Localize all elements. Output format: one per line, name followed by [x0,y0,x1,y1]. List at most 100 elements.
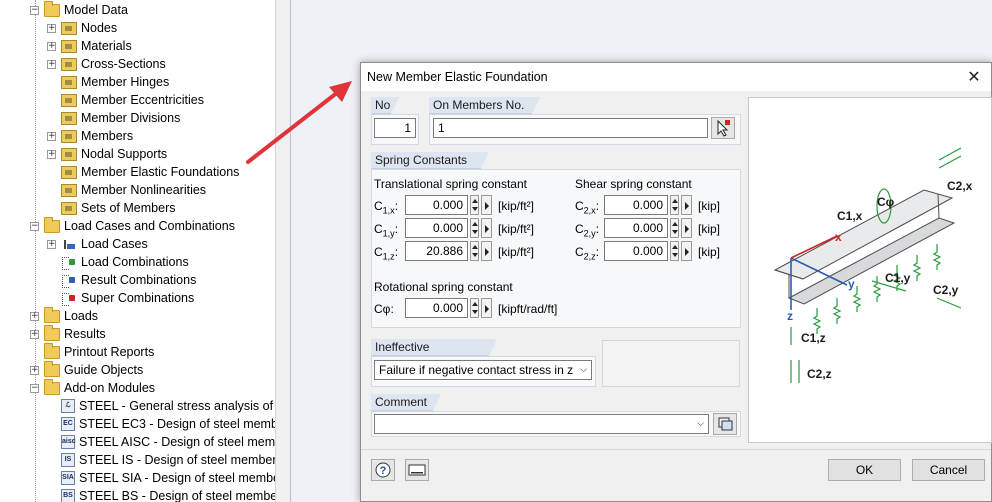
c2x-input[interactable]: 0.000 [604,195,668,215]
item-icon [61,165,77,179]
dialog-titlebar[interactable]: New Member Elastic Foundation ✕ [361,63,991,91]
expand-icon[interactable]: + [30,311,39,321]
tree-item-cross-sections[interactable]: + Cross-Sections [47,55,166,73]
foundation-preview-image: C2,x C1,x Cφ x y z C1,y C2,y C1,z C2,z [748,97,992,443]
tree-item-nodal-supports[interactable]: + Nodal Supports [47,145,167,163]
ineffective-foundation-group: Ineffective Foundation Failure if negati… [371,339,596,387]
item-icon [61,147,77,161]
tree-item-label: Load Cases and Combinations [64,219,235,233]
tree-item-steel-aisc-design-of-steel-membe[interactable]: aisc STEEL AISC - Design of steel membe [47,433,275,451]
tree-item-members[interactable]: + Members [47,127,133,145]
expand-icon[interactable]: + [47,59,56,69]
navigator-tree[interactable]: − Model Data + Nodes + Materials + Cross-Sectio… [0,0,275,502]
tree-item-member-hinges[interactable]: Member Hinges [47,73,169,91]
c1x-input[interactable]: 0.000 [405,195,468,215]
tree-item-materials[interactable]: + Materials [47,37,132,55]
tree-item-load-cases[interactable]: + Load Cases [47,235,148,253]
label-y: y [848,277,855,291]
tree-item-load-cases-and-combinations[interactable]: − Load Cases and Combinations [30,216,235,235]
units-button[interactable] [405,459,429,481]
tree-item-member-nonlinearities[interactable]: Member Nonlinearities [47,181,206,199]
c1y-input[interactable]: 0.000 [405,218,468,238]
chevron-down-icon: ⌵ [580,365,587,375]
tree-item-steel-is-design-of-steel-members[interactable]: IS STEEL IS - Design of steel members [47,451,275,469]
tree-item-steel-ec3-design-of-steel-membe[interactable]: EC STEEL EC3 - Design of steel membe [47,415,275,433]
tree-item-member-eccentricities[interactable]: Member Eccentricities [47,91,204,109]
c2y-input[interactable]: 0.000 [604,218,668,238]
tree-item-label: STEEL EC3 - Design of steel membe [79,417,275,431]
tree-item-nodes[interactable]: + Nodes [47,19,117,37]
c2y-spinner[interactable] [670,218,679,238]
number-group: No. 1 [371,97,419,145]
result-combination-icon [61,274,77,288]
tree-item-member-divisions[interactable]: Member Divisions [47,109,180,127]
c1z-spinner[interactable] [470,241,479,261]
tree-item-label: Load Combinations [81,255,189,269]
on-members-label: On Members No. [429,97,540,114]
label-c2z: C2,z [807,367,832,381]
tree-item-sets-of-members[interactable]: Sets of Members [47,199,175,217]
tree-item-model-data[interactable]: − Model Data [30,0,128,19]
ineffective-foundation-select[interactable]: Failure if negative contact stress in z … [374,360,592,380]
ok-button[interactable]: OK [828,459,901,481]
cancel-button[interactable]: Cancel [912,459,985,481]
help-button[interactable]: ? [371,459,395,481]
expand-icon[interactable]: + [30,329,39,339]
tree-item-result-combinations[interactable]: Result Combinations [47,271,196,289]
pick-members-button[interactable] [711,117,735,139]
tree-item-member-elastic-foundations[interactable]: Member Elastic Foundations [47,163,239,181]
tree-item-label: STEEL - General stress analysis of ste [79,399,275,413]
c-phi-input[interactable]: 0.000 [405,298,468,318]
tree-item-steel-sia-design-of-steel-membe[interactable]: SIA STEEL SIA - Design of steel membe [47,469,275,487]
c1x-spinner[interactable] [470,195,479,215]
tree-scrollbar[interactable] [275,0,290,502]
folder-icon [44,378,60,395]
c2z-step-button[interactable] [681,241,692,261]
tree-item-label: Guide Objects [64,363,144,377]
tree-item-label: STEEL SIA - Design of steel membe [79,471,275,485]
c1z-input[interactable]: 20.886 [405,241,468,261]
tree-item-steel-general-stress-analysis-of-ste[interactable]: ℒ STEEL - General stress analysis of ste [47,397,275,415]
tree-item-label: Loads [64,309,99,323]
tree-item-printout-reports[interactable]: Printout Reports [30,342,154,361]
c-phi-spinner[interactable] [470,298,479,318]
tree-item-label: Sets of Members [81,201,176,215]
c2x-step-button[interactable] [681,195,692,215]
c1z-step-button[interactable] [481,241,492,261]
tree-item-load-combinations[interactable]: Load Combinations [47,253,189,271]
c2y-step-button[interactable] [681,218,692,238]
tree-item-label: Load Cases [81,237,148,251]
on-members-input[interactable]: 1 [433,118,708,138]
tree-item-results[interactable]: + Results [30,324,106,343]
collapse-icon[interactable]: − [30,221,39,231]
expand-icon[interactable]: + [47,41,56,51]
c1y-spinner[interactable] [470,218,479,238]
comment-library-button[interactable] [713,413,737,435]
collapse-icon[interactable]: − [30,5,39,15]
expand-icon[interactable]: + [47,131,56,141]
tree-item-add-on-modules[interactable]: − Add-on Modules [30,378,155,397]
tree-item-loads[interactable]: + Loads [30,306,99,325]
c1y-unit: [kip/ft²] [498,222,535,236]
c1y-step-button[interactable] [481,218,492,238]
c2z-input[interactable]: 0.000 [604,241,668,261]
c-phi-step-button[interactable] [481,298,492,318]
expand-icon[interactable]: + [47,149,56,159]
c1x-label: C1,x: [374,199,399,216]
c1x-step-button[interactable] [481,195,492,215]
item-icon [61,39,77,53]
ineffective-foundation-value: Failure if negative contact stress in z [379,363,574,377]
collapse-icon[interactable]: − [30,383,39,393]
tree-item-steel-bs-design-of-steel-members[interactable]: BS STEEL BS - Design of steel members [47,487,275,502]
tree-item-super-combinations[interactable]: Super Combinations [47,289,194,307]
close-icon[interactable]: ✕ [957,63,991,91]
number-input[interactable]: 1 [374,118,416,138]
comment-input[interactable]: ⌵ [374,414,709,434]
module-icon: SIA [61,471,75,485]
c2x-spinner[interactable] [670,195,679,215]
expand-icon[interactable]: + [47,239,56,249]
tree-item-guide-objects[interactable]: + Guide Objects [30,360,144,379]
c2z-spinner[interactable] [670,241,679,261]
expand-icon[interactable]: + [47,23,56,33]
expand-icon[interactable]: + [30,365,39,375]
